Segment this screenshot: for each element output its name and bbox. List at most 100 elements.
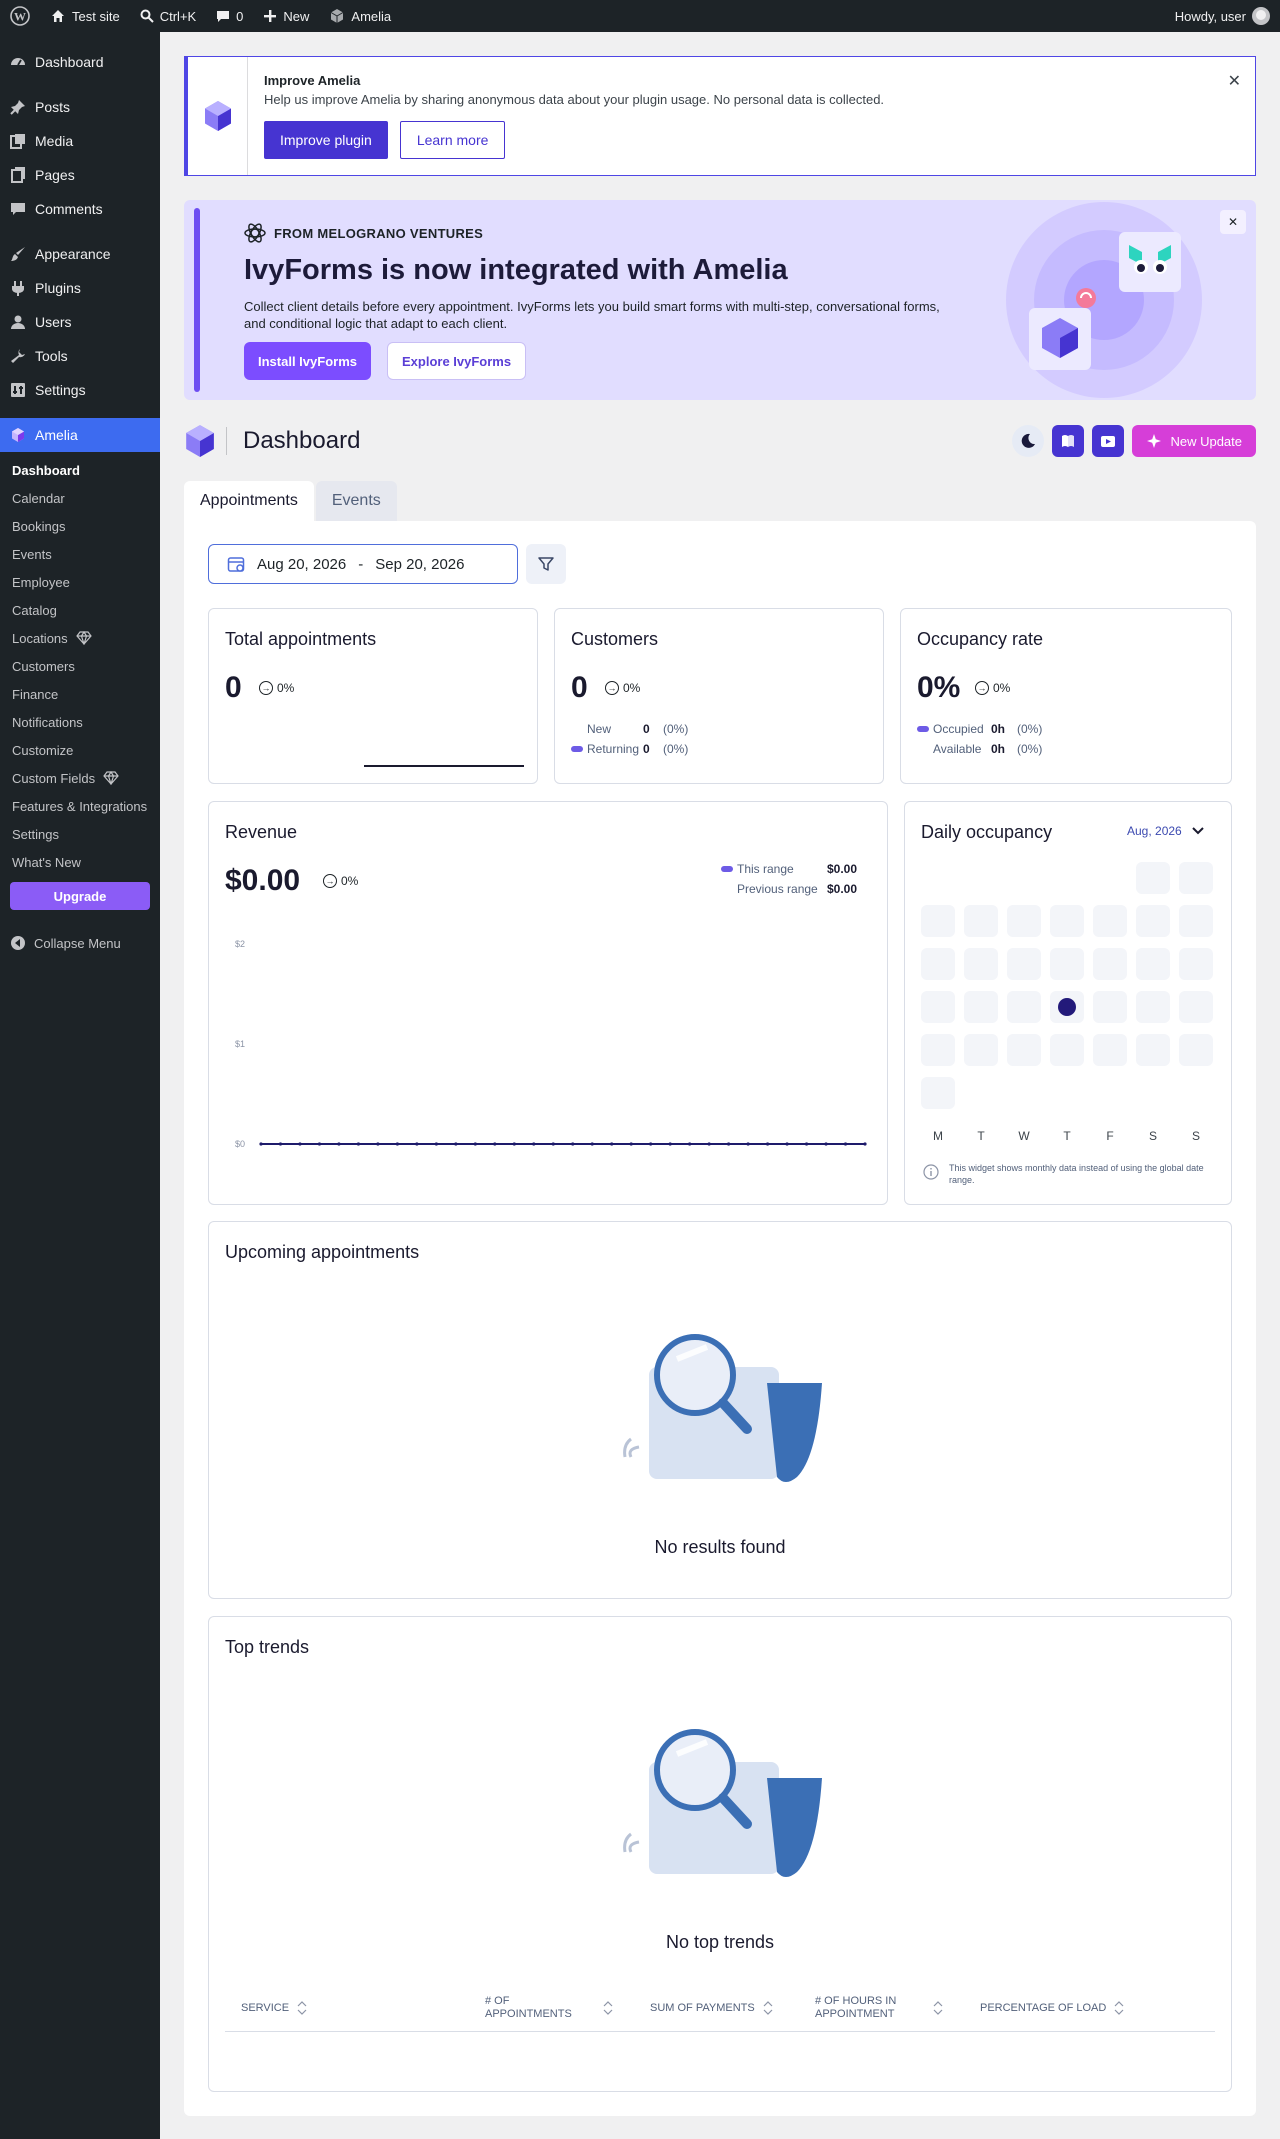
card-title: Total appointments [225, 629, 377, 649]
filter-icon [538, 557, 554, 571]
calendar-day [1093, 948, 1127, 980]
dark-mode-toggle[interactable] [1012, 425, 1045, 457]
submenu-calendar[interactable]: Calendar [0, 484, 160, 512]
submenu-events[interactable]: Events [0, 540, 160, 568]
calendar-day [1007, 948, 1041, 980]
submenu-employee[interactable]: Employee [0, 568, 160, 596]
new-update-button[interactable]: New Update [1132, 425, 1256, 457]
widget-note-text: This widget shows monthly data instead o… [949, 1163, 1204, 1185]
moon-icon [1022, 433, 1036, 448]
submenu-notifications[interactable]: Notifications [0, 708, 160, 736]
submenu-label: Dashboard [12, 462, 80, 478]
explore-ivyforms-button[interactable]: Explore IvyForms [386, 342, 527, 380]
submenu-settings[interactable]: Settings [0, 820, 160, 848]
submenu-features-integrations[interactable]: Features & Integrations [0, 792, 160, 820]
data-point [610, 1142, 614, 1146]
submenu-dashboard[interactable]: Dashboard [0, 456, 160, 484]
data-point [337, 1142, 341, 1146]
submenu-customize[interactable]: Customize [0, 736, 160, 764]
filter-button[interactable] [526, 544, 566, 584]
data-point [259, 1142, 263, 1146]
column-hours[interactable]: # OF HOURS IN APPOINTMENT [815, 1995, 943, 2021]
upgrade-button[interactable]: Upgrade [10, 882, 150, 910]
calendar-day [1050, 905, 1084, 937]
promo-illustration [1006, 202, 1202, 398]
weekday-label: S [1191, 1129, 1200, 1143]
sidebar-item-settings[interactable]: Settings [0, 373, 160, 407]
widget-note: This widget shows monthly data instead o… [923, 1162, 1219, 1186]
submenu-catalog[interactable]: Catalog [0, 596, 160, 624]
calendar-day [1179, 905, 1213, 937]
sidebar-label: Media [35, 133, 74, 149]
submenu-finance[interactable]: Finance [0, 680, 160, 708]
tab-events[interactable]: Events [315, 481, 397, 521]
sidebar-item-comments[interactable]: Comments [0, 192, 160, 226]
legend-label: Previous range [737, 882, 818, 896]
column-appointments[interactable]: # OF APPOINTMENTS [485, 1995, 613, 2021]
sort-icon [1114, 2001, 1124, 2015]
sidebar-label: Dashboard [35, 54, 104, 70]
trend-badge: → 0% [259, 681, 294, 695]
data-point [590, 1142, 594, 1146]
total-appointments-card: Total appointments 0 → 0% [208, 608, 538, 784]
data-point [804, 1142, 809, 1146]
column-percentage-load[interactable]: PERCENTAGE OF LOAD [980, 2001, 1124, 2015]
y-tick-label: $1 [235, 1039, 245, 1049]
sidebar-label: Settings [35, 382, 86, 398]
improve-plugin-button[interactable]: Improve plugin [264, 121, 388, 159]
ivyforms-promo-banner: FROM MELOGRANO VENTURES IvyForms is now … [184, 200, 1256, 400]
diamond-icon [103, 771, 119, 785]
sidebar-item-posts[interactable]: Posts [0, 90, 160, 124]
promo-close-button[interactable]: ✕ [1220, 210, 1246, 234]
card-title: Customers [571, 629, 659, 649]
calendar-day [1136, 991, 1170, 1023]
promo-eyebrow: FROM MELOGRANO VENTURES [244, 222, 483, 244]
weekday-label: S [1148, 1129, 1157, 1143]
page-header: Dashboard New Update [184, 421, 1256, 461]
legend-swatch [917, 726, 929, 732]
submenu-whats-new[interactable]: What's New [0, 848, 160, 876]
close-icon[interactable]: ✕ [1228, 71, 1241, 91]
column-service[interactable]: SERVICE [241, 2001, 307, 2015]
y-tick-label: $2 [235, 939, 245, 949]
new-content-link[interactable]: New [253, 0, 319, 32]
submenu-customers[interactable]: Customers [0, 652, 160, 680]
documentation-button[interactable] [1052, 425, 1085, 457]
install-ivyforms-button[interactable]: Install IvyForms [244, 342, 371, 380]
sidebar-item-plugins[interactable]: Plugins [0, 271, 160, 305]
column-sum-payments[interactable]: SUM OF PAYMENTS [650, 2001, 773, 2015]
submenu-label: Customers [12, 658, 75, 674]
sidebar-item-pages[interactable]: Pages [0, 158, 160, 192]
collapse-menu-button[interactable]: Collapse Menu [0, 926, 160, 960]
submenu-custom-fields[interactable]: Custom Fields [0, 764, 160, 792]
amelia-submenu: Dashboard Calendar Bookings Events Emplo… [0, 452, 160, 926]
sidebar-label: Posts [35, 99, 71, 115]
submenu-label: What's New [12, 854, 81, 870]
legend-swatch [571, 746, 583, 752]
sidebar-item-dashboard[interactable]: Dashboard [0, 45, 160, 79]
date-range-picker[interactable]: Aug 20, 2026 - Sep 20, 2026 [208, 544, 518, 584]
tab-appointments[interactable]: Appointments [184, 481, 314, 521]
learn-more-button[interactable]: Learn more [399, 121, 506, 159]
user-account-link[interactable]: Howdy, user [1165, 0, 1280, 32]
submenu-locations[interactable]: Locations [0, 624, 160, 652]
wordpress-logo-icon[interactable]: W [0, 0, 40, 32]
video-tutorials-button[interactable] [1092, 425, 1125, 457]
amelia-bar-link[interactable]: Amelia [319, 0, 401, 32]
promo-title: IvyForms is now integrated with Amelia [244, 254, 788, 286]
sort-icon [297, 2001, 307, 2015]
submenu-bookings[interactable]: Bookings [0, 512, 160, 540]
sidebar-item-media[interactable]: Media [0, 124, 160, 158]
legend-value: $0.00 [827, 862, 858, 876]
sidebar-item-users[interactable]: Users [0, 305, 160, 339]
sidebar-item-appearance[interactable]: Appearance [0, 237, 160, 271]
command-search[interactable]: Ctrl+K [130, 0, 206, 32]
site-name-link[interactable]: Test site [40, 0, 130, 32]
sidebar-item-tools[interactable]: Tools [0, 339, 160, 373]
sidebar-item-amelia[interactable]: Amelia [0, 418, 160, 452]
comments-link[interactable]: 0 [206, 0, 253, 32]
new-update-label: New Update [1170, 433, 1242, 449]
submenu-label: Custom Fields [12, 770, 96, 786]
month-selector[interactable]: Aug, 2026 [1127, 824, 1204, 838]
notice-title: Improve Amelia [264, 73, 361, 88]
